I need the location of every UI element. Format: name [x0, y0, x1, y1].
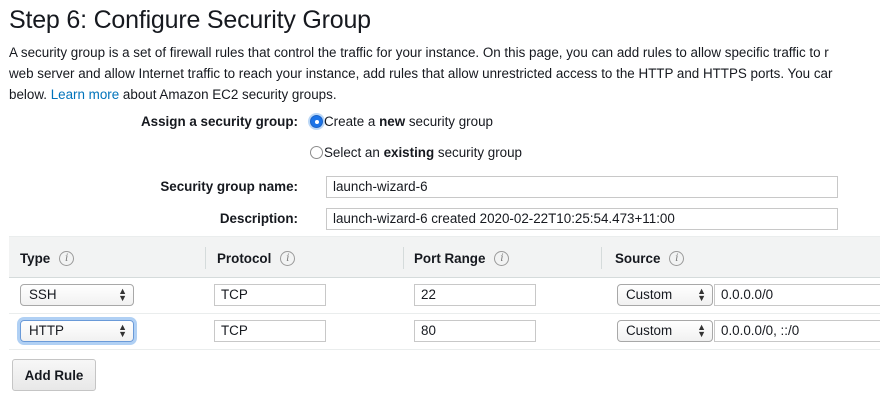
- table-row: HTTP ▲ ▼ TCP 80 Custom ▲ ▼ 0.0.0.0/0, ::/0: [9, 314, 880, 350]
- intro-line-3-prefix: below.: [9, 87, 47, 102]
- intro-text: A security group is a set of firewall ru…: [9, 42, 880, 105]
- source-cidr-input[interactable]: 0.0.0.0/0, ::/0: [714, 320, 880, 342]
- security-group-name-label: Security group name:: [160, 179, 298, 194]
- source-cidr-input[interactable]: 0.0.0.0/0: [714, 284, 880, 306]
- learn-more-link[interactable]: Learn more: [51, 87, 119, 102]
- info-icon[interactable]: i: [494, 250, 510, 266]
- port-range-input[interactable]: 80: [414, 320, 536, 342]
- chevron-up-down-icon: ▲ ▼: [697, 286, 706, 303]
- info-icon[interactable]: i: [59, 250, 75, 266]
- intro-line-2: web server and allow Internet traffic to…: [9, 66, 833, 81]
- source-mode-select[interactable]: Custom ▲ ▼: [617, 284, 713, 306]
- radio-select-existing[interactable]: Select an existing security group: [310, 145, 522, 160]
- column-type-header: Type i: [20, 237, 75, 279]
- type-select[interactable]: HTTP ▲ ▼: [20, 320, 134, 342]
- chevron-up-down-icon: ▲ ▼: [697, 322, 706, 339]
- protocol-field[interactable]: TCP: [214, 320, 326, 342]
- chevron-up-down-icon: ▲ ▼: [118, 286, 127, 303]
- assign-security-group-label: Assign a security group:: [140, 114, 298, 129]
- add-rule-button[interactable]: Add Rule: [12, 359, 96, 391]
- intro-line-1: A security group is a set of firewall ru…: [9, 45, 829, 60]
- radio-select-existing-label[interactable]: Select an existing security group: [324, 145, 522, 160]
- column-divider: [403, 247, 404, 269]
- description-input[interactable]: launch-wizard-6 created 2020-02-22T10:25…: [326, 208, 838, 230]
- description-label: Description:: [219, 211, 298, 226]
- page-title: Step 6: Configure Security Group: [9, 6, 371, 34]
- column-protocol-header: Protocol i: [217, 237, 296, 279]
- rules-table-header: Type i Protocol i Port Range i Source i: [9, 236, 880, 278]
- radio-create-new-label[interactable]: Create a new security group: [324, 114, 493, 129]
- intro-line-3: below. Learn more about Amazon EC2 secur…: [9, 84, 880, 105]
- protocol-field[interactable]: TCP: [214, 284, 326, 306]
- port-range-input[interactable]: 22: [414, 284, 536, 306]
- info-icon[interactable]: i: [280, 250, 296, 266]
- radio-create-new-button[interactable]: [310, 115, 323, 128]
- info-icon[interactable]: i: [669, 250, 685, 266]
- intro-line-3-suffix: about Amazon EC2 security groups.: [122, 87, 337, 102]
- security-group-name-input[interactable]: launch-wizard-6: [326, 176, 838, 198]
- radio-create-new[interactable]: Create a new security group: [310, 114, 493, 129]
- column-source-header: Source i: [615, 237, 685, 279]
- type-select[interactable]: SSH ▲ ▼: [20, 284, 134, 306]
- column-divider: [601, 247, 602, 269]
- column-divider: [205, 247, 206, 269]
- table-row: SSH ▲ ▼ TCP 22 Custom ▲ ▼ 0.0.0.0/0: [9, 278, 880, 314]
- column-port-range-header: Port Range i: [414, 237, 510, 279]
- radio-select-existing-button[interactable]: [310, 146, 323, 159]
- chevron-up-down-icon: ▲ ▼: [118, 322, 127, 339]
- source-mode-select[interactable]: Custom ▲ ▼: [617, 320, 713, 342]
